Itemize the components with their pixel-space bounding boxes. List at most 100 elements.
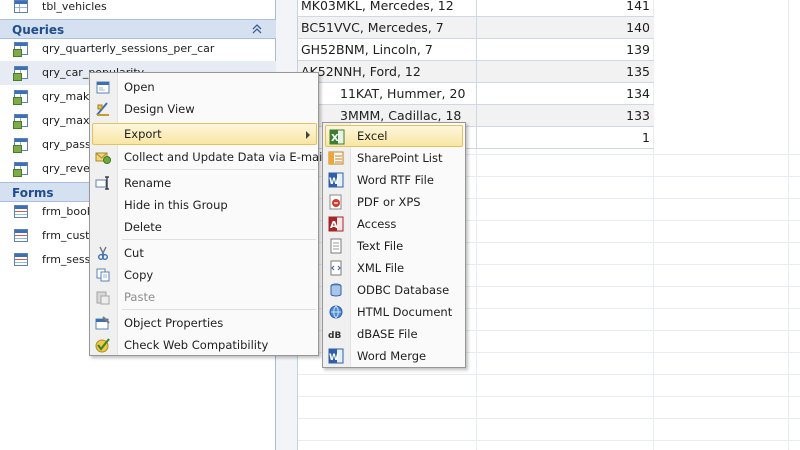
menu-item-check-web-compatibility[interactable]: Check Web Compatibility (92, 334, 316, 356)
menu-item-label: Cut (124, 246, 144, 260)
pdf-xps-icon (329, 194, 342, 210)
export-html-document[interactable]: HTML Document (325, 301, 463, 323)
table-row[interactable]: GH52BNM, Lincoln, 7 139 (298, 39, 654, 61)
context-menu: Open Design View Export Collect and Upda… (89, 72, 326, 356)
nav-item-label: frm_book (42, 205, 94, 218)
cell-count[interactable]: 134 (626, 86, 650, 101)
menu-item-label: XML File (357, 261, 405, 275)
menu-item-label: Copy (124, 268, 154, 282)
collapse-chevron-icon[interactable] (250, 21, 264, 37)
query-icon (13, 42, 28, 57)
cell-count[interactable]: 133 (626, 108, 650, 123)
cell-count[interactable]: 139 (626, 42, 650, 57)
rename-icon (95, 176, 109, 190)
menu-item-label: Access (357, 217, 397, 231)
grid-line (298, 440, 800, 441)
cell-car[interactable]: MK03MKL, Mercedes, 12 (301, 0, 477, 13)
menu-item-label: Word RTF File (357, 173, 434, 187)
menu-item-delete[interactable]: Delete (92, 216, 316, 238)
menu-item-design-view[interactable]: Design View (92, 98, 316, 120)
export-text-file[interactable]: Text File (325, 235, 463, 257)
paste-icon (96, 291, 110, 305)
menu-item-copy[interactable]: Copy (92, 264, 316, 286)
menu-item-label: ODBC Database (357, 283, 450, 297)
export-dbase-file[interactable]: dB dBASE File (325, 323, 463, 345)
menu-item-label: Export (124, 127, 162, 141)
menu-item-label: Delete (124, 220, 162, 234)
menu-item-label: dBASE File (357, 327, 418, 341)
export-pdf-xps[interactable]: PDF or XPS (325, 191, 463, 213)
cell-car[interactable]: 3MMM, Cadillac, 18 (340, 108, 516, 123)
menu-item-label: Check Web Compatibility (124, 338, 269, 352)
nav-item-query[interactable]: qry_quarterly_sessions_per_car (0, 37, 276, 61)
query-icon (13, 162, 28, 177)
menu-item-label: PDF or XPS (357, 195, 421, 209)
submenu-arrow-icon (306, 131, 310, 139)
nav-item-label: qry_max (42, 114, 90, 127)
menu-item-label: Design View (124, 102, 195, 116)
word-merge-icon: W (328, 348, 344, 364)
menu-item-open[interactable]: Open (92, 76, 316, 98)
queries-group-header[interactable]: Queries (0, 19, 276, 39)
nav-item-tbl-vehicles[interactable]: tbl_vehicles (0, 0, 276, 19)
nav-item-label: qry_quarterly_sessions_per_car (42, 42, 215, 55)
svg-text:W: W (329, 353, 339, 363)
export-word-merge[interactable]: W Word Merge (325, 345, 463, 367)
dbase-file-icon: dB (328, 331, 341, 341)
menu-item-label: SharePoint List (357, 151, 443, 165)
svg-text:dB: dB (328, 331, 341, 341)
design-view-icon (96, 102, 109, 116)
nav-item-label: frm_sessi (42, 253, 94, 266)
nav-item-label: qry_pass (42, 138, 91, 151)
svg-text:W: W (329, 177, 339, 187)
cell-count[interactable]: 140 (626, 20, 650, 35)
cell-count[interactable]: 141 (626, 0, 650, 13)
xml-file-icon (330, 260, 342, 276)
table-row[interactable]: BC51VVC, Mercedes, 7 140 (298, 17, 654, 39)
table-row[interactable]: AK52NNH, Ford, 12 135 (298, 61, 654, 83)
svg-text:X: X (331, 133, 339, 144)
export-excel[interactable]: X Excel (325, 125, 463, 147)
menu-item-label: Rename (124, 176, 172, 190)
menu-item-label: Object Properties (124, 316, 224, 330)
export-submenu: X Excel SharePoint List W Word RTF File … (322, 122, 466, 368)
query-icon (13, 138, 28, 153)
table-row[interactable]: 11KAT, Hummer, 20 134 (298, 83, 654, 105)
grid-line (298, 418, 800, 419)
menu-item-label: Open (124, 80, 155, 94)
grid-line (298, 374, 800, 375)
collect-data-icon (95, 152, 111, 164)
object-properties-icon (95, 316, 110, 330)
cell-count[interactable]: 1 (642, 130, 650, 145)
cell-car[interactable]: GH52BNM, Lincoln, 7 (301, 42, 477, 57)
export-access[interactable]: A Access (325, 213, 463, 235)
menu-item-object-properties[interactable]: Object Properties (92, 312, 316, 334)
text-file-icon (330, 238, 342, 254)
menu-item-cut[interactable]: Cut (92, 242, 316, 264)
export-odbc-database[interactable]: ODBC Database (325, 279, 463, 301)
html-document-icon (329, 305, 343, 319)
cell-car[interactable]: AK52NNH, Ford, 12 (301, 64, 477, 79)
export-xml-file[interactable]: XML File (325, 257, 463, 279)
export-sharepoint-list[interactable]: SharePoint List (325, 147, 463, 169)
open-icon (96, 81, 110, 94)
query-icon (13, 66, 28, 81)
table-row[interactable]: MK03MKL, Mercedes, 12 141 (298, 0, 654, 17)
menu-item-paste: Paste (92, 286, 316, 308)
menu-item-label: Collect and Update Data via E-mail (124, 150, 326, 164)
grid-line (788, 0, 789, 450)
table-icon (14, 0, 28, 13)
copy-icon (96, 268, 110, 282)
word-rtf-icon: W (328, 172, 344, 188)
nav-item-label: tbl_vehicles (42, 0, 107, 13)
cell-count[interactable]: 135 (626, 64, 650, 79)
export-word-rtf[interactable]: W Word RTF File (325, 169, 463, 191)
nav-item-label: qry_rever (42, 162, 95, 175)
queries-group-title: Queries (12, 23, 65, 37)
cell-car[interactable]: 11KAT, Hummer, 20 (340, 86, 516, 101)
menu-item-hide-in-group[interactable]: Hide in this Group (92, 194, 316, 216)
menu-item-rename[interactable]: Rename (92, 172, 316, 194)
cell-car[interactable]: BC51VVC, Mercedes, 7 (301, 20, 477, 35)
menu-item-export[interactable]: Export (92, 123, 317, 145)
menu-item-collect-data[interactable]: Collect and Update Data via E-mail (92, 146, 326, 168)
